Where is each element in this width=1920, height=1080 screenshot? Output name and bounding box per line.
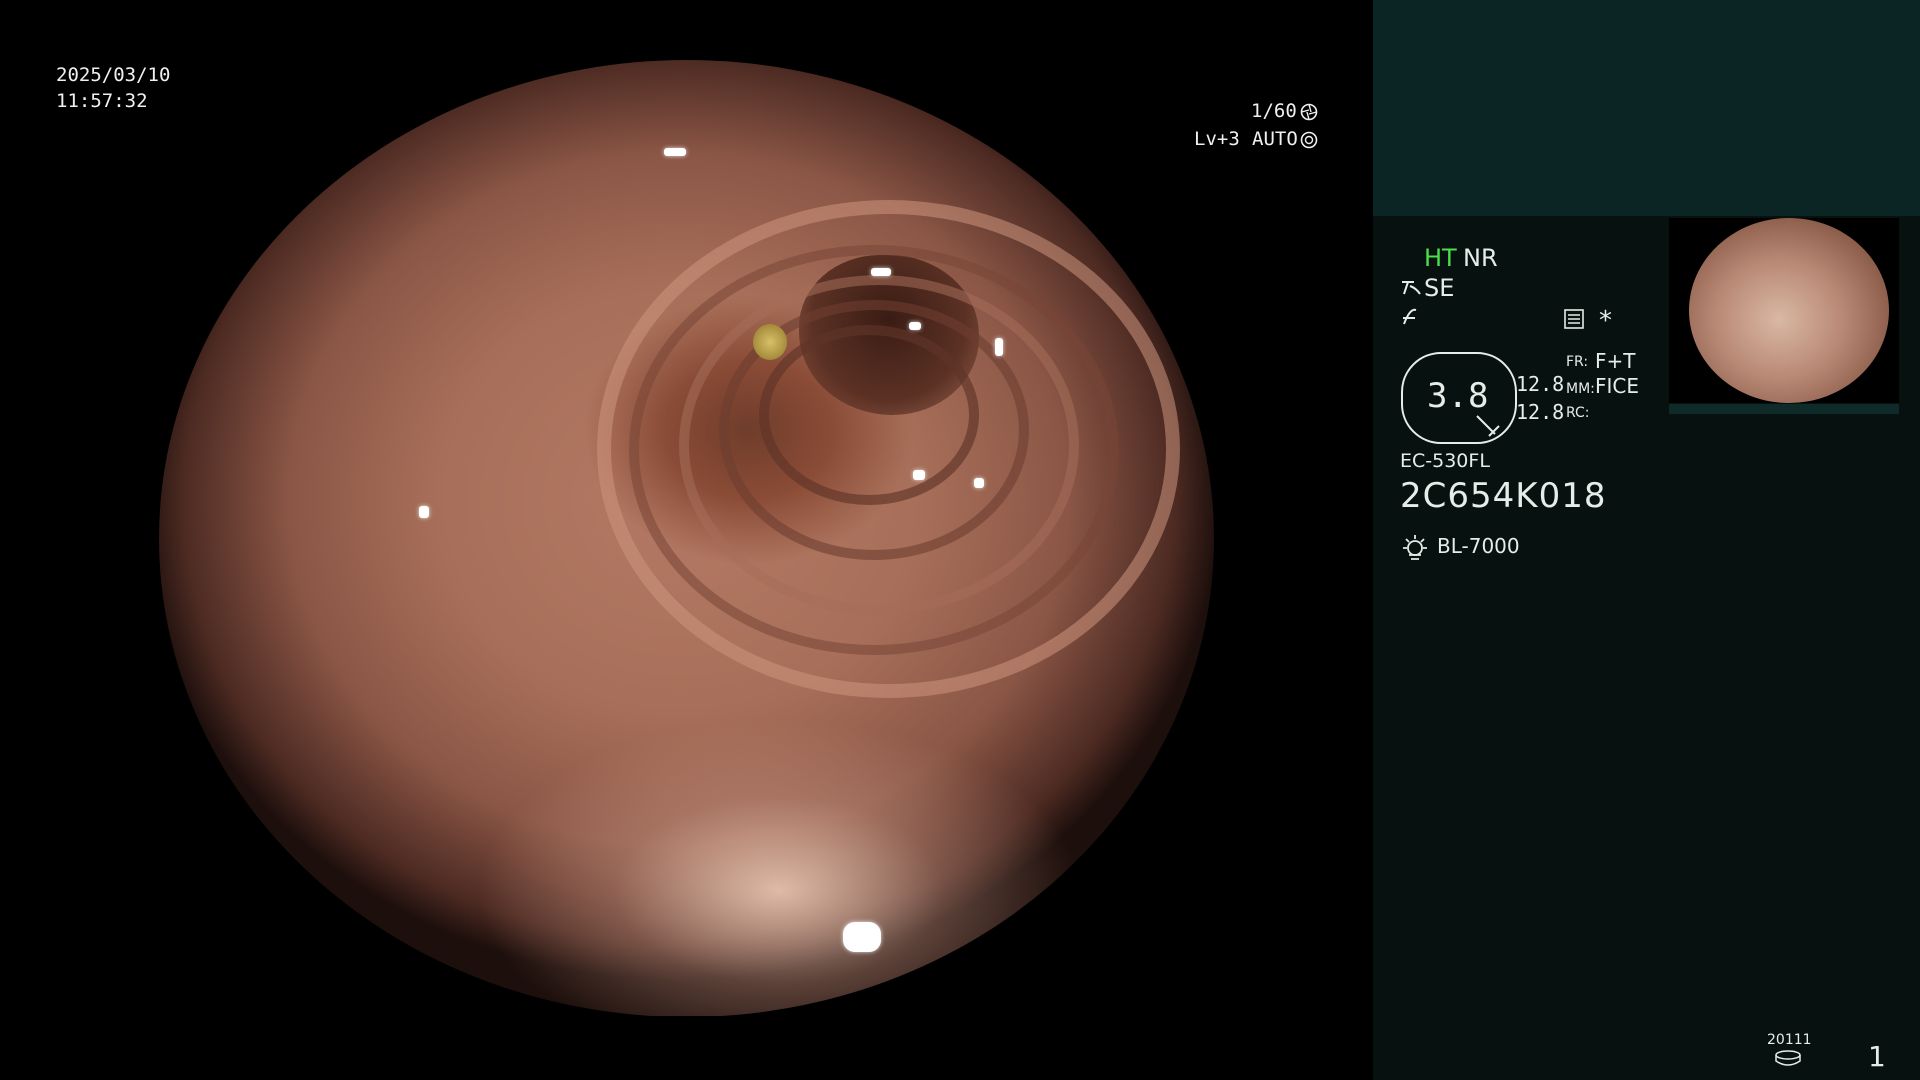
- record-icon: [1564, 309, 1584, 329]
- captured-thumbnail[interactable]: [1669, 218, 1899, 403]
- mode-value: 3.8: [1427, 376, 1489, 416]
- info-panel: HT NR SE * 3.8 12.8 12.8 FR: F+T MM: FIC…: [1373, 0, 1920, 1080]
- mode-indicator: 3.8: [1401, 352, 1517, 444]
- light-source-icon: [1403, 535, 1427, 560]
- mm-value: FICE: [1595, 374, 1640, 398]
- mm-label: MM:: [1566, 381, 1595, 397]
- zoom-icon: [1476, 415, 1500, 437]
- fr-value: F+T: [1595, 349, 1636, 373]
- patient-info-area: [1373, 0, 1920, 216]
- asterisk-marker: *: [1599, 306, 1612, 336]
- shutter-icon: [1300, 103, 1318, 121]
- gain-top: 12.8: [1516, 372, 1565, 396]
- endoscope-viewport: 2025/03/10 11:57:32 1/60 Lv+3 AUTO: [0, 0, 1373, 1080]
- image-mask: [0, 0, 1373, 1080]
- fr-label: FR:: [1566, 354, 1589, 370]
- color-enhance-icon: [1403, 308, 1417, 325]
- structure-enhance-icon: [1402, 281, 1421, 295]
- iris-icon: [1300, 131, 1318, 149]
- exposure-mode: AUTO: [1252, 128, 1298, 150]
- scope-serial: 2C654K018: [1400, 476, 1607, 516]
- exam-time: 11:57:32: [56, 90, 148, 112]
- thumbnail-image: [1689, 218, 1889, 403]
- page-number: 1: [1868, 1040, 1886, 1073]
- thumbnail-bar: [1669, 404, 1899, 414]
- storage-disk-icon: [1775, 1050, 1801, 1066]
- exam-date: 2025/03/10: [56, 64, 171, 86]
- gain-bottom: 12.8: [1516, 400, 1565, 424]
- se-indicator: SE: [1424, 274, 1455, 302]
- ht-indicator: HT: [1424, 244, 1457, 272]
- rc-label: RC:: [1566, 405, 1590, 421]
- brightness-level: Lv+3: [1194, 128, 1240, 150]
- light-source-model: BL-7000: [1437, 534, 1520, 558]
- scope-model: EC-530FL: [1400, 450, 1490, 472]
- storage-count: 20111: [1767, 1032, 1812, 1048]
- shutter-speed: 1/60: [1251, 100, 1297, 122]
- nr-indicator: NR: [1463, 244, 1498, 272]
